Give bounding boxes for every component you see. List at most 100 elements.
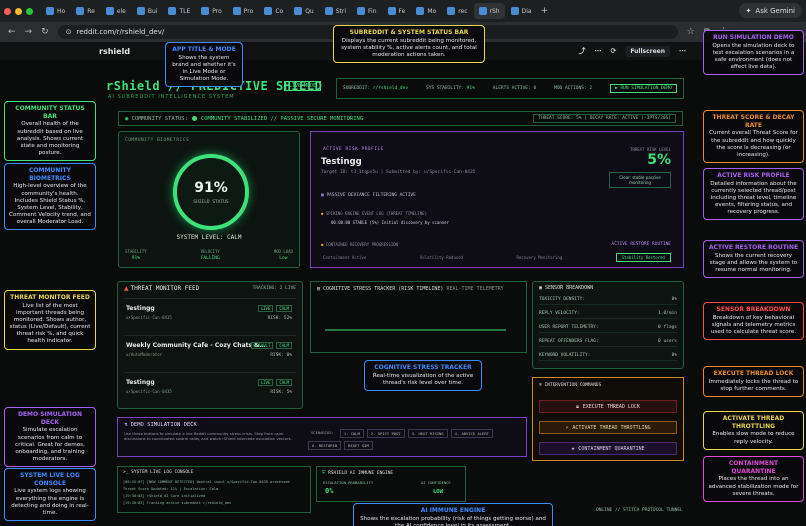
community-status-bar: ◉ COMMUNITY STATUS: COMMUNITY STABILIZED… xyxy=(118,111,683,126)
favicon-icon xyxy=(478,7,487,15)
run-simulation-demo-button[interactable]: ▶ RUN SIMULATION DEMO xyxy=(610,84,677,93)
step-recovery: Recovery Monitoring xyxy=(516,255,563,260)
scenario-spicy-button[interactable]: 2. SPICY POST xyxy=(366,429,405,438)
activate-thread-throttling-button[interactable]: ⚡︎ ACTIVATE THREAD THROTTLING xyxy=(539,421,677,434)
scenario-calm-button[interactable]: 1. CALM xyxy=(339,429,364,438)
browser-tab[interactable]: Pro xyxy=(196,3,227,19)
annotation-body: Breakdown of key behavioral signals and … xyxy=(710,314,797,335)
metric-velocity: VELOCITY FALLING xyxy=(200,249,220,261)
annotation-body: Overall health of the subreddit based on… xyxy=(16,121,84,156)
annotation-title: SYSTEM LIVE LOG CONSOLE xyxy=(20,472,80,487)
browser-tab[interactable]: rSh xyxy=(473,3,505,19)
status-icon: ◉ xyxy=(125,115,129,122)
scenario-advice-button[interactable]: 4. ADVICE ALERT xyxy=(450,429,493,438)
annotation-callout: EXECUTE THREAD LOCK Immediately locks the… xyxy=(703,366,804,397)
ask-gemini-button[interactable]: ✦ Ask Gemini xyxy=(738,3,802,18)
refresh-app-icon[interactable]: ⟳ xyxy=(610,47,616,55)
feed-item[interactable]: Testingg u/Specific-Can-0435 LIVE CALM RI… xyxy=(124,372,296,405)
annotation-body: Live list of the most important threads … xyxy=(9,302,91,345)
browser-tab[interactable]: Co xyxy=(259,3,288,19)
annotation-body: Shows the current recovery stage and all… xyxy=(709,252,798,273)
browser-tab-bar: Ho Re ele Bui TLE Pro Pro Co Qu Stri Fin Fe Mo rec rSh… xyxy=(0,0,806,22)
annotation-callout: ACTIVE RESTORE ROUTINE Shows the current … xyxy=(703,240,804,279)
browser-tab[interactable]: Bui xyxy=(132,3,163,19)
community-biometrics-panel: COMMUNITY BIOMETRICS 91% SHIELD STATUS S… xyxy=(118,131,300,268)
annotation-callout: RUN SIMULATION DEMO Opens the simulation … xyxy=(703,30,804,76)
annotation-title: DEMO SIMULATION DECK xyxy=(17,411,83,426)
browser-tab[interactable]: Pro xyxy=(228,3,259,19)
execute-thread-lock-button[interactable]: 🔒︎ EXECUTE THREAD LOCK xyxy=(539,400,677,413)
live-mode-badge[interactable]: LIVE MODE xyxy=(284,81,322,91)
close-window-icon[interactable] xyxy=(4,7,11,15)
risk-thread-title[interactable]: Testingg xyxy=(321,157,362,167)
annotation-body: High-level overview of the community's h… xyxy=(9,183,91,226)
forward-icon[interactable]: → xyxy=(25,27,33,37)
annotation-title: CONTAINMENT QUARANTINE xyxy=(728,460,779,475)
containment-quarantine-button[interactable]: ✚ CONTAINMENT QUARANTINE xyxy=(539,442,677,455)
browser-tab[interactable]: Re xyxy=(71,3,100,19)
browser-tab[interactable]: Ho xyxy=(41,3,70,19)
biometric-metrics: STABILITY 91% VELOCITY FALLING MOD LOAD Low xyxy=(125,249,293,261)
site-info-icon[interactable]: ⊙ xyxy=(66,28,72,36)
threat-score-badge: THREAT SCORE: 5% | DECAY RATE: ACTIVE (-… xyxy=(533,114,676,123)
threat-monitor-feed: ▲ THREAT MONITOR FEED TRACKING: 2 LIVE T… xyxy=(117,281,303,409)
annotation-title: SENSOR BREAKDOWN xyxy=(716,306,791,313)
feed-item-risk: RISK: 52% xyxy=(267,316,292,321)
overflow-icon[interactable]: ⋯ xyxy=(679,47,686,55)
lock-icon: 🔒︎ xyxy=(576,403,579,410)
more-icon[interactable]: ⋯ xyxy=(594,47,601,55)
timeline-label: ● SPIKING ENGINE EVENT LOG (THREAT TIMEL… xyxy=(321,211,427,216)
favicon-icon xyxy=(387,7,396,15)
browser-tab[interactable]: rec xyxy=(442,3,472,19)
back-icon[interactable]: ← xyxy=(8,27,16,37)
scenario-heat-button[interactable]: 3. HEAT RISING xyxy=(407,429,448,438)
step-stability-restored[interactable]: Stability Restored xyxy=(615,253,671,262)
annotation-callout: THREAT SCORE & DECAY RATE Current overall… xyxy=(703,110,804,163)
bookmark-icon[interactable]: ☆ xyxy=(687,27,695,37)
minimize-window-icon[interactable] xyxy=(15,7,22,15)
browser-tab[interactable]: Qu xyxy=(289,3,319,19)
annotation-title: ACTIVE RISK PROFILE xyxy=(717,172,790,179)
feed-item-risk: RISK: 0% xyxy=(270,353,292,358)
annotation-body: Immediately locks the thread to stop fur… xyxy=(708,378,799,392)
risk-clear-badge: Clear: stable passive monitoring xyxy=(609,172,671,188)
annotation-callout: ACTIVE RISK PROFILE Detailed information … xyxy=(703,168,804,221)
favicon-icon xyxy=(264,7,273,15)
alert-icon: ▲ xyxy=(124,285,129,292)
feed-item[interactable]: Testingg u/Specific-Can-0435 LIVE CALM RI… xyxy=(124,298,296,331)
new-tab-icon[interactable]: + xyxy=(541,6,549,16)
risk-timeline-line xyxy=(325,329,506,331)
annotation-body: Opens the simulation deck to test escala… xyxy=(712,42,795,71)
shield-status-percent: 91% xyxy=(194,180,228,196)
browser-tab[interactable]: Mo xyxy=(411,3,441,19)
annotation-callout: SENSOR BREAKDOWN Breakdown of key behavio… xyxy=(703,302,804,341)
ai-confidence: LOW xyxy=(433,489,443,495)
step-containment: Containment Active xyxy=(323,255,367,260)
browser-tab[interactable]: ele xyxy=(101,3,131,19)
feed-item-tags: LIVE CALM xyxy=(257,379,292,386)
feed-item-title: Testingg xyxy=(126,379,155,386)
risk-thread-meta: Target ID: t3_1tqps5u | Submitted by: u/… xyxy=(321,170,476,175)
app-name: rshield xyxy=(99,46,131,56)
feed-item[interactable]: Weekly Community Cafe - Cozy Chats &… u/… xyxy=(124,335,296,368)
status-dot-icon xyxy=(191,116,197,121)
browser-tab[interactable]: Stri xyxy=(320,3,351,19)
reload-icon[interactable]: ↻ xyxy=(41,27,49,37)
fullscreen-button[interactable]: Fullscreen xyxy=(625,45,670,57)
browser-tab[interactable]: Dia xyxy=(506,3,537,19)
cognitive-stress-tracker: ▤ COGNITIVE STRESS TRACKER (RISK TIMELIN… xyxy=(310,281,527,353)
annotation-callout: COMMUNITY BIOMETRICS High-level overview … xyxy=(4,163,96,231)
reset-sim-button[interactable]: RESET SIM xyxy=(344,441,373,450)
scenario-restored-button[interactable]: 6. RESTORED xyxy=(308,441,342,450)
annotation-title: COMMUNITY BIOMETRICS xyxy=(28,167,71,182)
browser-tab[interactable]: TLE xyxy=(163,3,195,19)
browser-tab[interactable]: Fin xyxy=(352,3,381,19)
favicon-icon xyxy=(136,7,145,15)
annotation-callout: SYSTEM LIVE LOG CONSOLE Live system logs … xyxy=(4,468,96,521)
maximize-window-icon[interactable] xyxy=(26,7,33,15)
share-icon[interactable]: ⤴ xyxy=(578,46,585,56)
annotation-callout: COMMUNITY STATUS BAR Overall health of th… xyxy=(4,101,96,162)
feed-item-author: u/Specific-Can-0435 xyxy=(126,315,172,320)
annotation-title: THREAT MONITOR FEED xyxy=(10,294,90,301)
browser-tab[interactable]: Fe xyxy=(383,3,411,19)
